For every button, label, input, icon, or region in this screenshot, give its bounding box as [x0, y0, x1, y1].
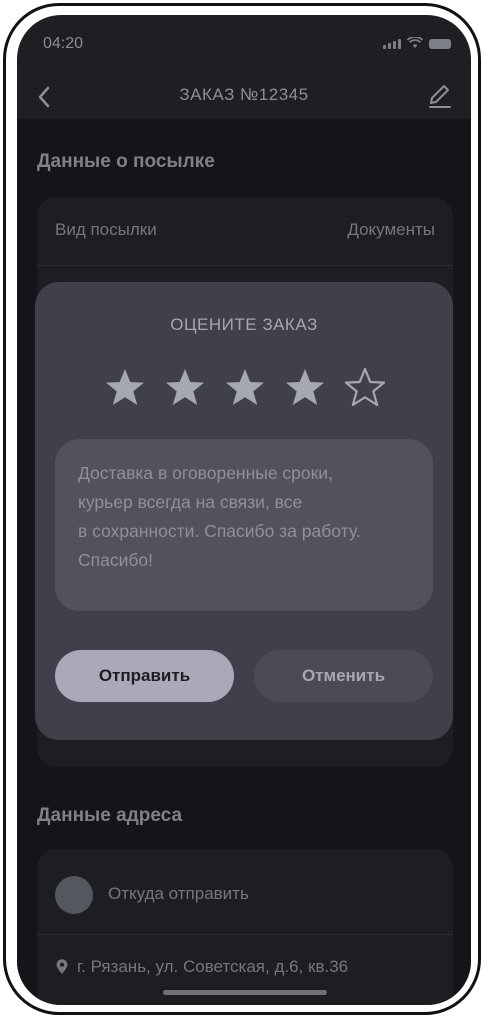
edit-pencil-icon[interactable]	[425, 81, 453, 111]
from-address: г. Рязань, ул. Советская, д.6, кв.36	[77, 957, 349, 976]
submit-button[interactable]: Отправить	[55, 650, 234, 702]
star-icon[interactable]	[223, 366, 267, 410]
battery-icon	[429, 39, 451, 49]
star-icon[interactable]	[163, 366, 207, 410]
comment-text: Доставка в оговоренные сроки, курьер все…	[78, 463, 361, 570]
phone-screen: 04:20 ЗАКАЗ №12345 Данные о посылке Вид …	[17, 15, 471, 1005]
divider	[37, 265, 453, 266]
star-empty-icon[interactable]	[343, 366, 387, 410]
status-bar: 04:20	[17, 15, 471, 75]
location-pin-icon	[56, 959, 68, 974]
status-icons	[383, 37, 451, 49]
comment-textarea[interactable]: Доставка в оговоренные сроки, курьер все…	[55, 439, 433, 611]
wifi-icon	[407, 37, 423, 48]
parcel-type-label: Вид посылки	[55, 220, 157, 239]
from-label: Откуда отправить	[108, 884, 249, 903]
star-icon[interactable]	[283, 366, 327, 410]
page-title: ЗАКАЗ №12345	[179, 85, 309, 104]
status-time: 04:20	[43, 35, 84, 52]
parcel-section-title: Данные о посылке	[37, 151, 215, 172]
rating-stars	[103, 366, 387, 410]
parcel-type-value: Документы	[347, 220, 435, 239]
from-point-marker	[55, 876, 93, 914]
signal-icon	[383, 39, 401, 49]
navigation-bar: ЗАКАЗ №12345	[17, 75, 471, 119]
address-card: Откуда отправить г. Рязань, ул. Советска…	[37, 849, 453, 1005]
address-section-title: Данные адреса	[37, 805, 183, 826]
star-icon[interactable]	[103, 366, 147, 410]
rating-dialog: ОЦЕНИТЕ ЗАКАЗ Доставка в оговоренные сро…	[35, 282, 453, 740]
rating-dialog-title: ОЦЕНИТЕ ЗАКАЗ	[170, 315, 318, 334]
cancel-button[interactable]: Отменить	[254, 650, 433, 702]
home-indicator	[163, 990, 327, 995]
divider	[37, 934, 453, 935]
